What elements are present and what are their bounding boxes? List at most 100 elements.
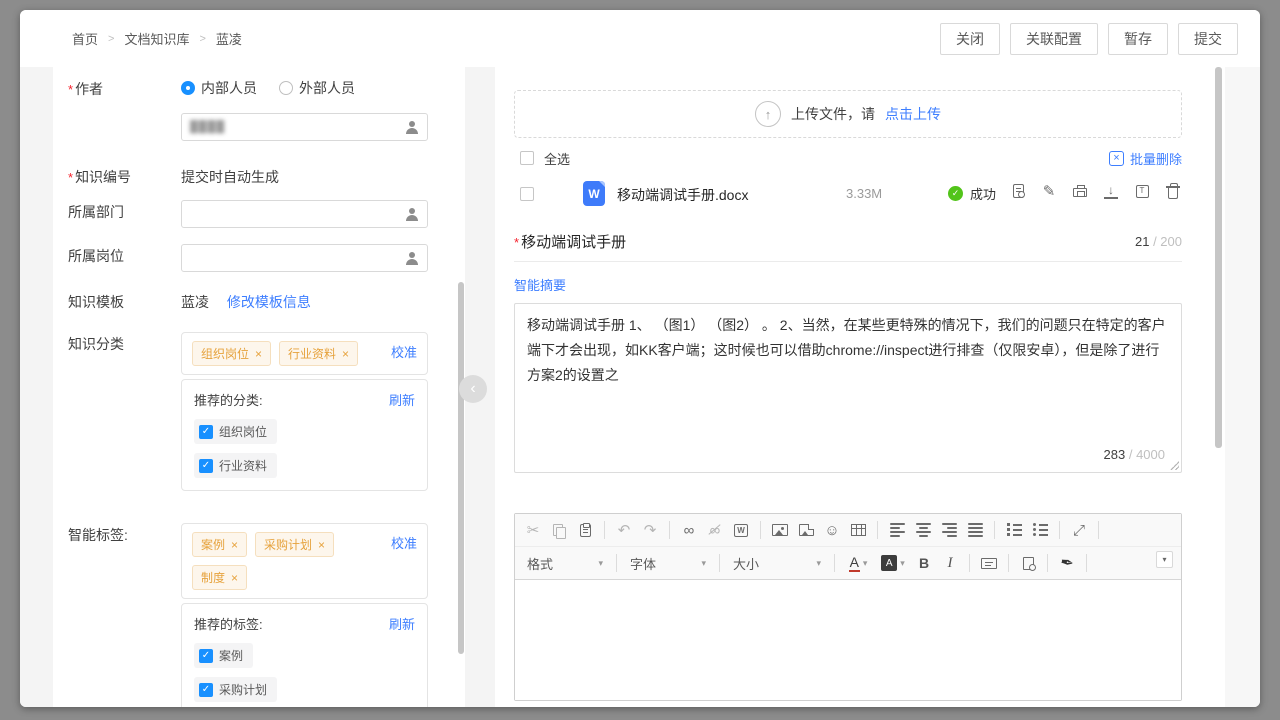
click-upload-link[interactable]: 点击上传 (885, 104, 941, 124)
recommended-category-checkbox[interactable]: 组织岗位 (194, 419, 277, 444)
template-value: 蓝凌 (181, 294, 209, 310)
close-button[interactable]: 关闭 (940, 23, 1000, 55)
align-right-icon[interactable] (937, 518, 961, 542)
knowledge-no-value: 提交时自动生成 (181, 165, 428, 187)
text-color-button[interactable]: A▾ (842, 551, 874, 575)
person-picker-icon[interactable] (405, 208, 419, 221)
required-mark: * (514, 235, 519, 250)
author-label: 作者 (75, 81, 103, 97)
download-icon[interactable]: ↓ (1102, 182, 1120, 200)
italic-button[interactable]: I (938, 551, 962, 575)
size-select[interactable]: 大小▾ (727, 551, 827, 575)
panel-divider: ‹ (465, 67, 495, 707)
author-value-masked: ████ (190, 121, 225, 133)
file-checkbox[interactable] (520, 187, 534, 201)
breadcrumb-knowledge-base[interactable]: 文档知识库 (124, 29, 189, 48)
album-icon[interactable] (794, 518, 818, 542)
category-label: 知识分类 (68, 332, 181, 354)
category-calibrate-link[interactable]: 校准 (391, 342, 417, 361)
print-icon[interactable] (1071, 182, 1089, 200)
recommended-tag-checkbox[interactable]: 案例 (194, 643, 253, 668)
table-icon[interactable] (846, 518, 870, 542)
paste-icon[interactable] (573, 518, 597, 542)
edit-template-link[interactable]: 修改模板信息 (227, 294, 311, 310)
toolbar-collapse-button[interactable]: ▾ (1156, 551, 1173, 568)
bullet-list-icon[interactable] (1028, 518, 1052, 542)
rename-icon[interactable] (1133, 182, 1151, 200)
magic-wand-icon[interactable]: ✒ (1053, 549, 1081, 577)
breadcrumb-separator-icon: > (199, 33, 205, 45)
department-field[interactable] (181, 200, 428, 228)
word-import-icon[interactable]: W (729, 518, 753, 542)
tag-remove-icon[interactable]: × (318, 538, 325, 552)
bg-color-button[interactable]: A▾ (876, 551, 910, 575)
smart-tags-calibrate-link[interactable]: 校准 (391, 533, 417, 552)
batch-delete-button[interactable]: × 批量删除 (1109, 149, 1182, 168)
document-title-field[interactable]: *移动端调试手册 21 / 200 (514, 231, 1182, 262)
tag-remove-icon[interactable]: × (342, 347, 349, 361)
justify-icon[interactable] (963, 518, 987, 542)
position-field[interactable] (181, 244, 428, 272)
tag-remove-icon[interactable]: × (231, 571, 238, 585)
summary-text: 移动端调试手册 1、 （图1） （图2） 。 2、当然，在某些更特殊的情况下，我… (527, 317, 1166, 383)
tag-remove-icon[interactable]: × (231, 538, 238, 552)
summary-textarea[interactable]: 移动端调试手册 1、 （图1） （图2） 。 2、当然，在某些更特殊的情况下，我… (514, 303, 1182, 473)
author-field[interactable]: ████ (181, 113, 428, 141)
author-row: *作者 内部人员 外部人员 (68, 77, 435, 99)
upload-cloud-icon: ↑ (755, 101, 781, 127)
summary-char-counter: 283 / 4000 (1104, 442, 1165, 467)
select-all-checkbox[interactable]: 全选 (520, 149, 570, 168)
category-refresh-link[interactable]: 刷新 (389, 390, 415, 409)
header-actions: 关闭 关联配置 暂存 提交 (940, 23, 1238, 55)
checkbox-checked-icon (199, 425, 213, 439)
file-name[interactable]: 移动端调试手册.docx (617, 185, 748, 205)
image-icon[interactable] (768, 518, 792, 542)
breadcrumb-home[interactable]: 首页 (72, 29, 98, 48)
link-icon[interactable]: ∞ (677, 518, 701, 542)
submit-button[interactable]: 提交 (1178, 23, 1238, 55)
copy-icon[interactable] (547, 518, 571, 542)
bold-button[interactable]: B (912, 551, 936, 575)
person-picker-icon[interactable] (405, 121, 419, 134)
relation-config-button[interactable]: 关联配置 (1010, 23, 1098, 55)
breadcrumb: 首页 > 文档知识库 > 蓝凌 (72, 29, 242, 48)
chevron-down-icon: ▾ (598, 558, 603, 569)
cut-icon[interactable]: ✂ (521, 518, 545, 542)
iframe-icon[interactable] (977, 551, 1001, 575)
batch-delete-icon: × (1109, 151, 1124, 166)
align-left-icon[interactable] (885, 518, 909, 542)
right-panel-scrollbar[interactable] (1215, 67, 1222, 448)
editor-content-area[interactable] (515, 580, 1181, 700)
smiley-icon[interactable]: ☺ (820, 518, 844, 542)
edit-icon[interactable]: ✎ (1040, 182, 1058, 200)
radio-internal[interactable]: 内部人员 (181, 78, 257, 98)
collapse-panel-handle[interactable]: ‹ (459, 375, 487, 403)
resize-grip-icon[interactable] (1170, 461, 1179, 470)
tag-remove-icon[interactable]: × (255, 347, 262, 361)
title-char-counter: 21 / 200 (1135, 234, 1182, 249)
redo-icon[interactable]: ↷ (638, 518, 662, 542)
smart-tag: 案例× (192, 532, 247, 557)
person-picker-icon[interactable] (405, 252, 419, 265)
maximize-icon[interactable]: ⤢ (1067, 518, 1091, 542)
upload-dropzone[interactable]: ↑ 上传文件，请 点击上传 (514, 90, 1182, 138)
recommended-tag-checkbox[interactable]: 采购计划 (194, 677, 277, 702)
format-select[interactable]: 格式▾ (521, 551, 609, 575)
unlink-icon[interactable]: ∞ (703, 518, 727, 542)
font-select[interactable]: 字体▾ (624, 551, 712, 575)
radio-external[interactable]: 外部人员 (279, 78, 355, 98)
undo-icon[interactable]: ↶ (612, 518, 636, 542)
radio-selected-icon (181, 81, 195, 95)
radio-unselected-icon (279, 81, 293, 95)
tags-refresh-link[interactable]: 刷新 (389, 614, 415, 633)
recommended-category-checkbox[interactable]: 行业资料 (194, 453, 277, 478)
preview-icon[interactable] (1016, 551, 1040, 575)
doc-preview-icon[interactable] (1009, 182, 1027, 200)
ordered-list-icon[interactable] (1002, 518, 1026, 542)
left-panel-scrollbar[interactable] (458, 282, 464, 654)
delete-icon[interactable] (1164, 182, 1182, 200)
save-draft-button[interactable]: 暂存 (1108, 23, 1168, 55)
align-center-icon[interactable] (911, 518, 935, 542)
smart-summary-link[interactable]: 智能摘要 (514, 275, 566, 294)
knowledge-no-label: 知识编号 (75, 169, 131, 185)
